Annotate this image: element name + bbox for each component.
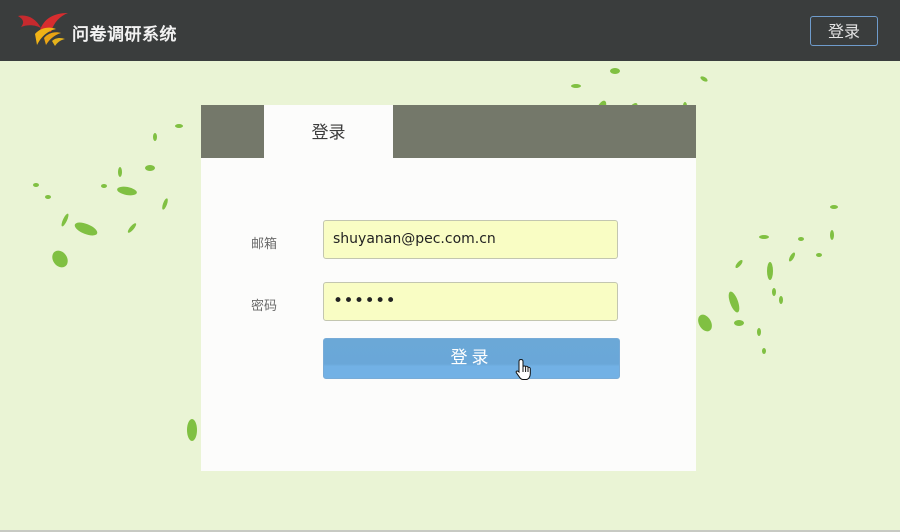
login-button[interactable]: 登录 (323, 338, 620, 379)
phoenix-logo-icon (18, 13, 68, 46)
login-card: 登录 邮箱 shuyanan@pec.com.cn 密码 •••••• 登录 (201, 105, 696, 471)
header-login-button[interactable]: 登录 (810, 16, 878, 46)
tab-login[interactable]: 登录 (264, 105, 393, 158)
email-field[interactable]: shuyanan@pec.com.cn (323, 220, 618, 259)
hand-pointer-icon (515, 358, 531, 380)
top-navigation-bar: 问卷调研系统 登录 (0, 0, 900, 61)
password-label: 密码 (251, 299, 278, 314)
password-field[interactable]: •••••• (323, 282, 618, 321)
app-title: 问卷调研系统 (72, 25, 177, 45)
email-label: 邮箱 (251, 237, 278, 252)
